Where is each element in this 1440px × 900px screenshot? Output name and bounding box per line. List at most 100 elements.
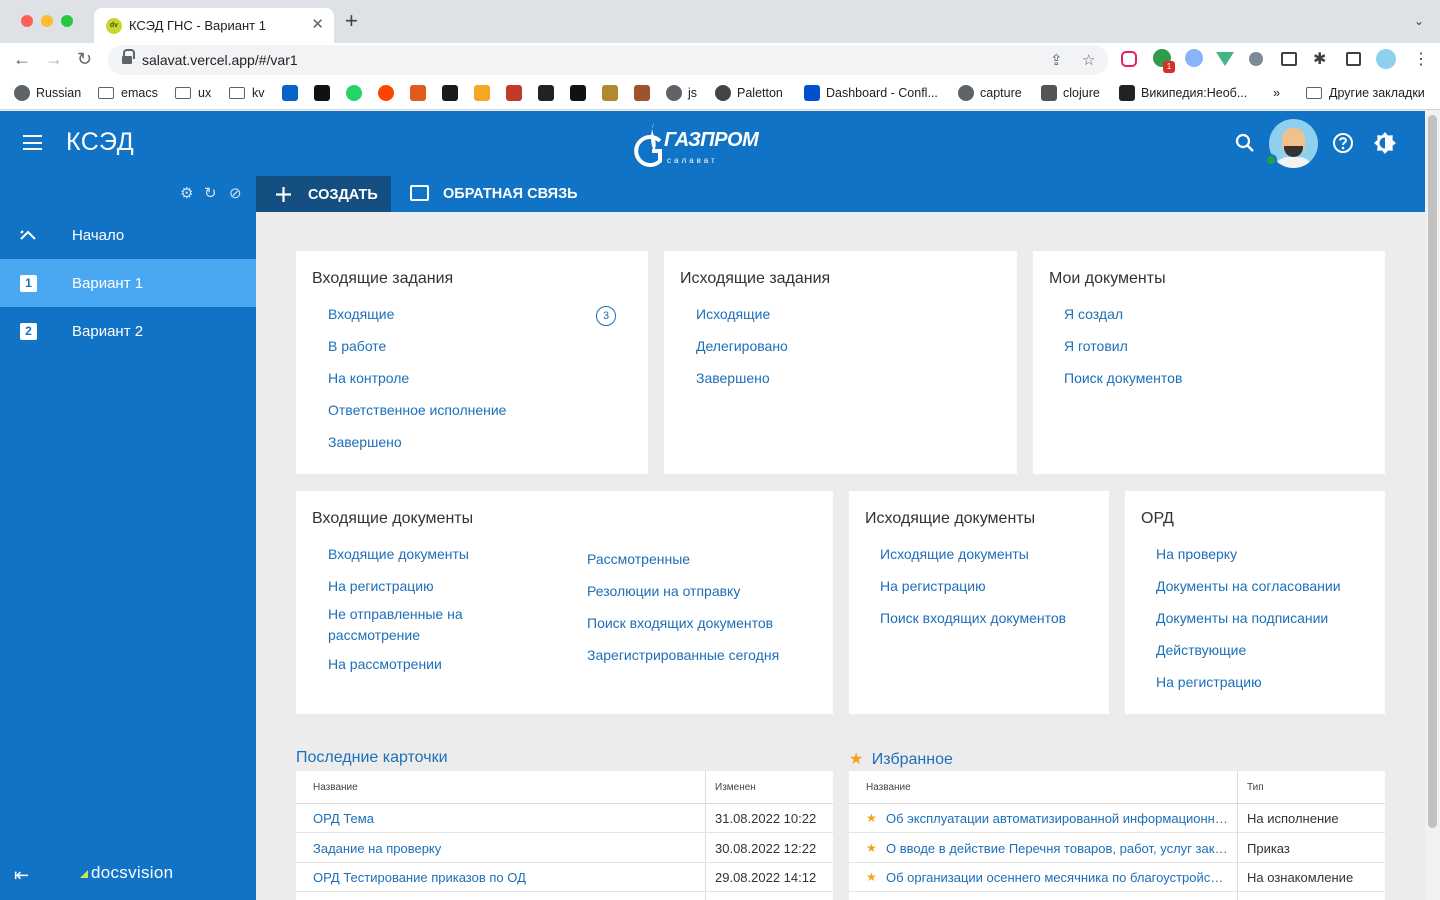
link-search-incoming[interactable]: Поиск входящих документов [880,608,1066,629]
star-icon[interactable]: ★ [866,811,877,825]
extension-gray-icon[interactable] [1249,52,1263,66]
vue-devtools-icon[interactable] [1216,52,1234,66]
bookmark-folder-1[interactable]: emacs [98,84,158,102]
favorite-name[interactable]: О вводе в действие Перечня товаров, рабо… [886,841,1229,856]
link-active[interactable]: Действующие [1156,640,1246,661]
pocket-icon[interactable] [1121,51,1137,67]
search-icon[interactable] [1235,133,1255,153]
share-icon[interactable]: ⇪ [1050,51,1063,69]
feedback-button[interactable]: ОБРАТНАЯ СВЯЗЬ [401,175,581,212]
window-close-button[interactable] [21,15,33,27]
bookmark-bars[interactable] [602,84,624,102]
new-tab-button[interactable]: + [345,10,358,32]
bookmarks-overflow-button[interactable]: » [1273,84,1280,102]
favorite-name[interactable]: Об организации осеннего месячника по бла… [886,870,1229,885]
bookmark-paletton-17[interactable]: Paletton [715,84,783,102]
link-for-registration[interactable]: На регистрацию [328,576,434,597]
link-for-check[interactable]: На проверку [1156,544,1237,565]
card-name[interactable]: ОРД Тестирование приказов по ОД [313,870,693,885]
link-docs-on-signing[interactable]: Документы на подписании [1156,608,1328,629]
link-outgoing[interactable]: Исходящие [696,304,770,325]
bookmark-clojure-20[interactable]: clojure [1041,84,1100,102]
link-outgoing-documents[interactable]: Исходящие документы [880,544,1029,565]
sidebar-item-home[interactable]: Начало [0,211,256,259]
link-resolutions-to-send[interactable]: Резолюции на отправку [587,581,740,602]
table-row[interactable]: ОРД Тестирование приказов по ОД 29.08.20… [296,863,833,892]
link-i-prepared[interactable]: Я готовил [1064,336,1128,357]
unpin-icon[interactable]: ⊘ [229,184,242,202]
star-icon[interactable]: ★ [866,870,877,884]
gear-icon[interactable]: ⚙ [180,184,193,202]
bookmark-folder-3[interactable]: kv [229,84,265,102]
menu-icon[interactable] [23,135,42,150]
link-for-registration[interactable]: На регистрацию [1156,672,1262,693]
url-text[interactable]: salavat.vercel.app/#/var1 [142,52,298,68]
table-row[interactable]: ★ Об организации осеннего месячника по б… [849,863,1385,892]
puzzle-extensions-icon[interactable]: ✱ [1313,49,1331,68]
bookmark-reddit[interactable] [378,84,400,102]
bookmark-star-icon[interactable]: ☆ [1082,51,1095,69]
create-button[interactable]: СОЗДАТЬ [256,176,391,212]
link-registered-today[interactable]: Зарегистрированные сегодня [587,645,779,666]
tab-close-icon[interactable]: ✕ [311,15,324,33]
favorite-name[interactable]: Об эксплуатации автоматизированной инфор… [886,811,1229,826]
collapse-sidebar-icon[interactable]: ⇤ [14,865,29,886]
recent-cards-title[interactable]: Последние карточки [296,749,448,767]
back-arrow-icon[interactable]: ← [13,49,31,69]
theme-toggle-icon[interactable] [1373,131,1397,155]
column-header-name[interactable]: Название [866,782,911,793]
link-on-control[interactable]: На контроле [328,368,409,389]
screenshot-icon[interactable] [1281,52,1297,66]
bookmark-outlook[interactable] [282,84,304,102]
tab-search-chevron-icon[interactable]: ⌄ [1414,14,1424,28]
table-row[interactable]: ОРД Тема 31.08.2022 10:22 [296,804,833,833]
star-icon[interactable]: ★ [866,841,877,855]
bookmark-wikipedia-21[interactable]: Википедия:Необ... [1119,84,1247,102]
sidebar-item-variant-2[interactable]: 2 Вариант 2 [0,307,256,355]
link-incoming-documents[interactable]: Входящие документы [328,544,469,565]
bookmark-share[interactable] [474,84,496,102]
link-under-review[interactable]: На рассмотрении [328,654,442,675]
link-completed[interactable]: Завершено [696,368,770,389]
table-row[interactable]: ★ О вводе в действие Перечня товаров, ра… [849,834,1385,863]
table-row[interactable]: ★ Об эксплуатации автоматизированной инф… [849,804,1385,833]
bookmark-whatsapp[interactable] [346,84,368,102]
link-in-progress[interactable]: В работе [328,336,386,357]
window-minimize-button[interactable] [41,15,53,27]
side-panel-icon[interactable] [1346,52,1361,66]
other-bookmarks-folder[interactable]: Другие закладки [1306,84,1425,102]
link-i-created[interactable]: Я создал [1064,304,1123,325]
bookmark-flickr[interactable] [570,84,592,102]
table-row[interactable]: Задание на проверку 30.08.2022 12:22 [296,834,833,863]
card-name[interactable]: Задание на проверку [313,841,693,856]
column-header-changed[interactable]: Изменен [715,782,756,793]
link-delegated[interactable]: Делегировано [696,336,788,357]
link-for-registration[interactable]: На регистрацию [880,576,986,597]
link-search-documents[interactable]: Поиск документов [1064,368,1182,389]
link-search-incoming[interactable]: Поиск входящих документов [587,613,773,634]
column-header-name[interactable]: Название [313,782,358,793]
reload-icon[interactable]: ↻ [77,49,92,69]
bookmark-terminal[interactable] [442,84,464,102]
bookmark-c-app[interactable] [314,84,336,102]
column-header-type[interactable]: Тип [1247,782,1264,793]
bookmark-globe-0[interactable]: Russian [14,84,81,102]
favorites-title[interactable]: Избранное [872,751,953,768]
bookmark-orange-app[interactable] [410,84,432,102]
page-scrollbar[interactable] [1425,111,1440,900]
bookmark-globe-19[interactable]: capture [958,84,1022,102]
bookmark-dog[interactable] [634,84,656,102]
card-name[interactable]: ОРД Тема [313,811,693,826]
forward-arrow-icon[interactable]: → [45,49,63,69]
sidebar-item-variant-1[interactable]: 1 Вариант 1 [0,259,256,307]
bookmark-m-app[interactable] [538,84,560,102]
compass-extension-icon[interactable] [1185,49,1203,67]
link-not-sent-for-review[interactable]: Не отправленные на рассмотрение [328,604,508,646]
link-docs-on-approval[interactable]: Документы на согласовании [1156,576,1341,597]
bookmark-confluence-18[interactable]: Dashboard - Confl... [804,84,938,102]
browser-tab[interactable]: dv КСЭД ГНС - Вариант 1 ✕ [94,8,334,43]
link-responsible-execution[interactable]: Ответственное исполнение [328,400,506,421]
link-completed[interactable]: Завершено [328,432,402,453]
scrollbar-thumb[interactable] [1428,115,1437,828]
profile-avatar-icon[interactable] [1376,49,1396,69]
